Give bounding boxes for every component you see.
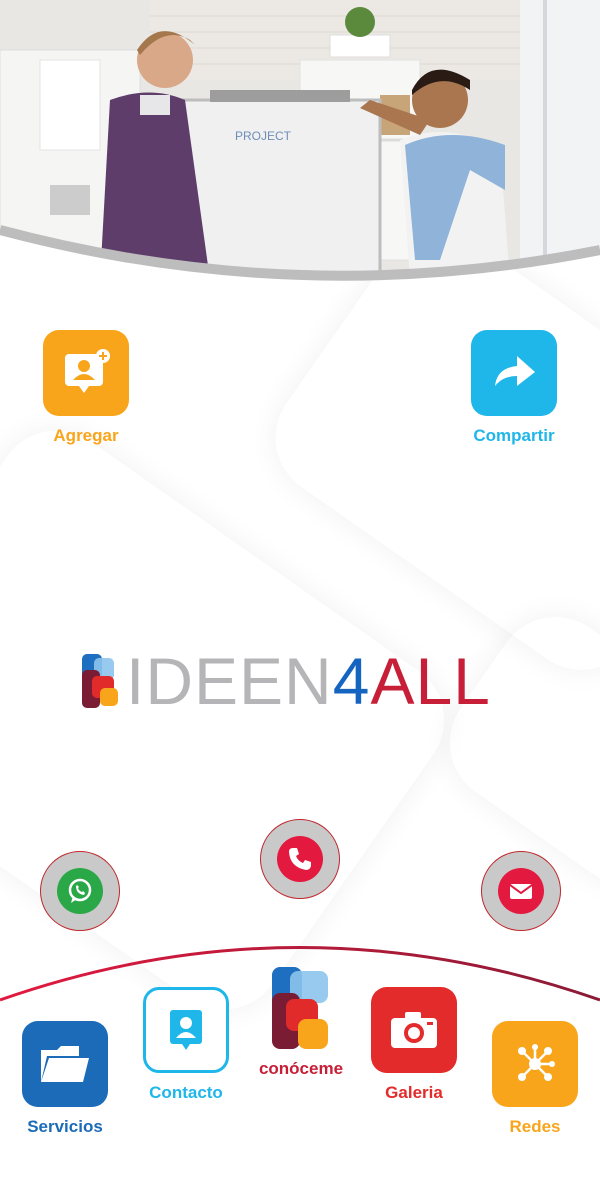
share-label: Compartir <box>473 426 555 445</box>
redes-label: Redes <box>509 1117 561 1136</box>
servicios-button[interactable] <box>22 1021 108 1107</box>
folder-icon <box>41 1046 89 1082</box>
contacto-button[interactable] <box>143 987 229 1073</box>
conoceme-label: conóceme <box>258 1059 344 1078</box>
brand-logo-icon <box>272 967 328 1049</box>
add-contact-button[interactable] <box>43 330 129 416</box>
brand-name-ideen: IDEEN <box>126 644 333 718</box>
brand-name-all: ALL <box>370 644 491 718</box>
camera-icon <box>391 1012 437 1048</box>
whatsapp-icon <box>68 878 92 903</box>
contact-card-icon <box>170 1010 202 1050</box>
redes-button[interactable] <box>492 1021 578 1107</box>
brand-logo-icon <box>82 654 118 708</box>
phone-button[interactable] <box>260 819 340 899</box>
network-icon <box>518 1044 555 1081</box>
brand-name-4: 4 <box>332 644 371 718</box>
galeria-button[interactable] <box>371 987 457 1073</box>
add-contact-label: Agregar <box>53 426 119 445</box>
phone-icon <box>289 848 311 870</box>
email-button[interactable] <box>481 851 561 931</box>
contacto-label: Contacto <box>149 1083 223 1102</box>
brand-logo: IDEEN 4 ALL <box>80 648 491 714</box>
servicios-label: Servicios <box>27 1117 103 1136</box>
svg-text:PROJECT: PROJECT <box>235 129 292 143</box>
galeria-label: Galeria <box>385 1083 443 1102</box>
conoceme-button[interactable] <box>268 965 334 1053</box>
hero-photo: PROJECT <box>0 0 600 300</box>
add-contact-icon <box>65 349 110 393</box>
whatsapp-button[interactable] <box>40 851 120 931</box>
share-arrow-icon <box>495 356 535 386</box>
share-button[interactable] <box>471 330 557 416</box>
email-icon <box>509 884 533 899</box>
